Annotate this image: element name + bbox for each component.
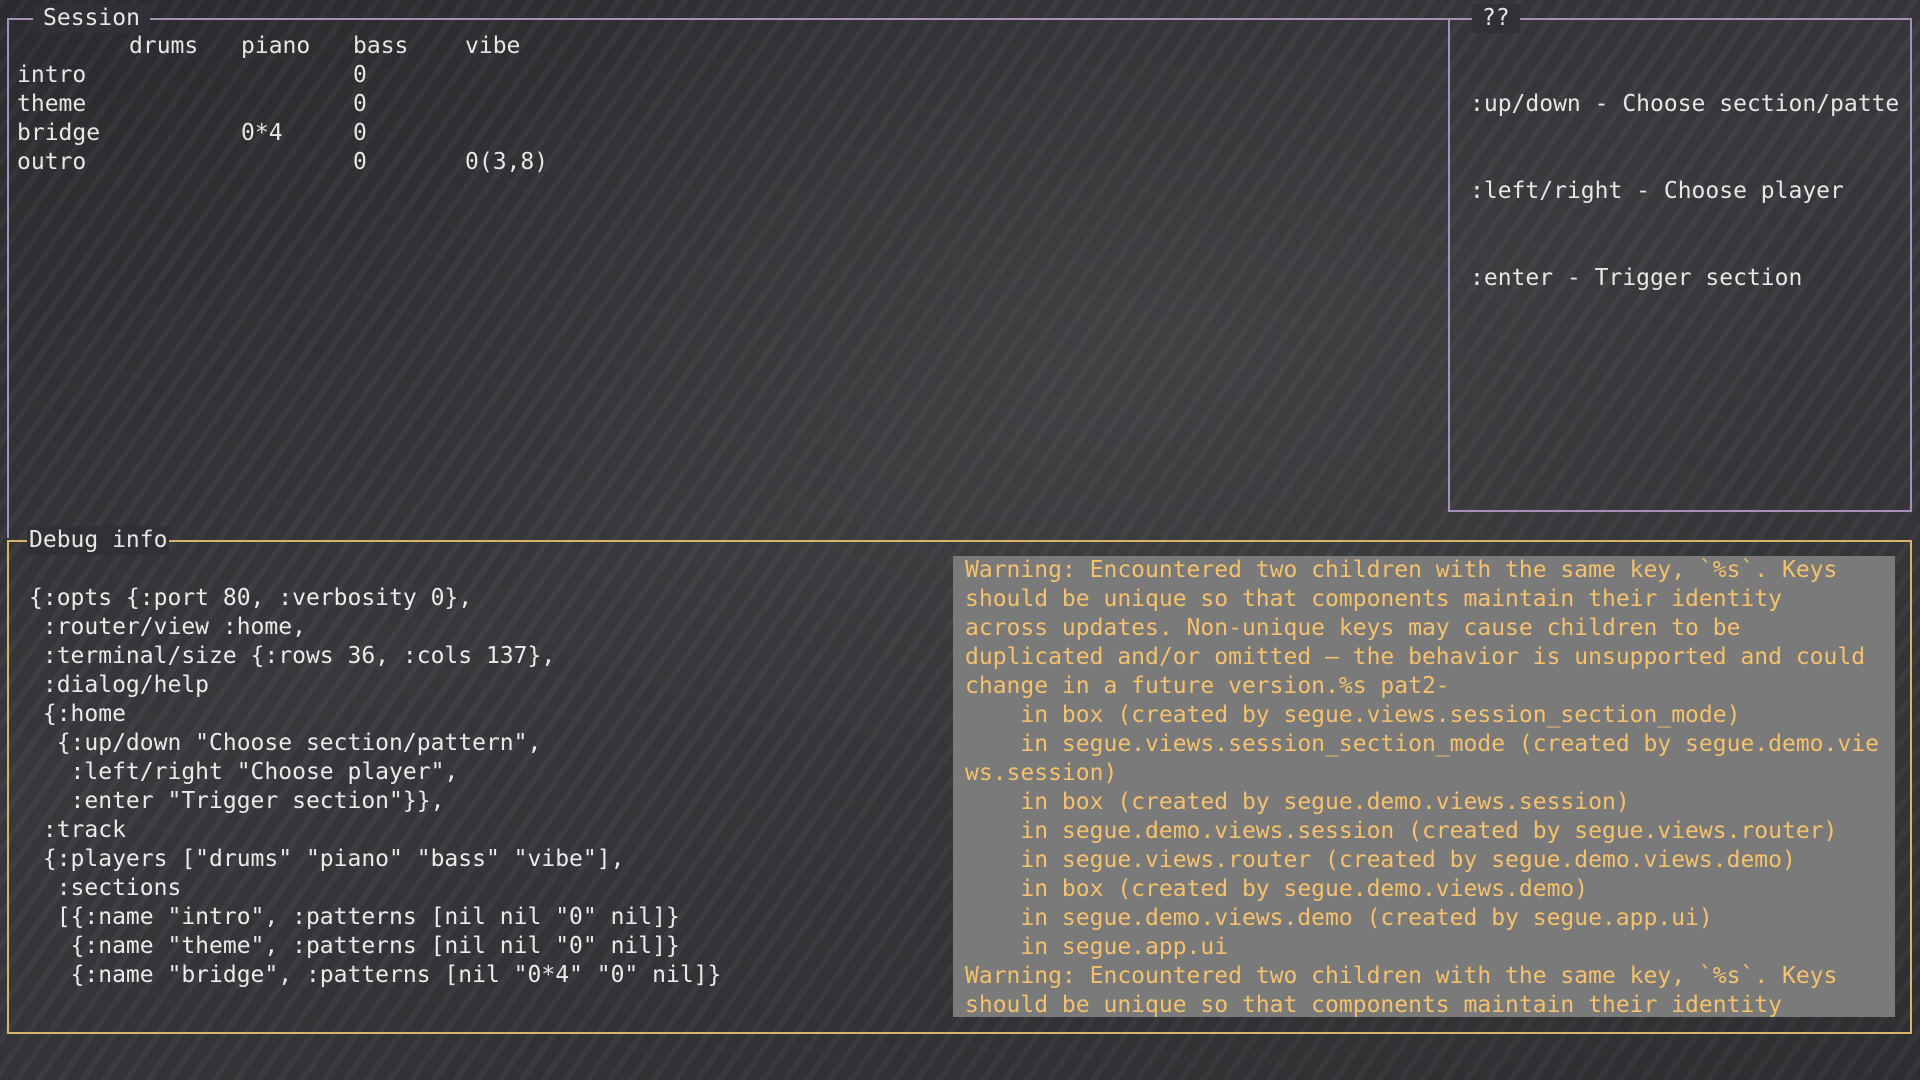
warning-line: in segue.demo.views.demo (created by seg… bbox=[965, 905, 1713, 931]
session-grid: drums piano bass vibe intro 0 theme 0 br… bbox=[17, 32, 577, 177]
column-header-bass[interactable]: bass bbox=[353, 32, 465, 61]
section-row-bridge[interactable]: bridge 0*4 0 bbox=[17, 119, 577, 148]
warning-line: should be unique so that components main… bbox=[965, 992, 1782, 1017]
help-line-up-down: :up/down - Choose section/patte bbox=[1470, 91, 1900, 117]
column-header-vibe[interactable]: vibe bbox=[465, 32, 577, 61]
session-header-row: drums piano bass vibe bbox=[17, 32, 577, 61]
help-line-enter: :enter - Trigger section bbox=[1470, 265, 1803, 291]
pattern-cell[interactable] bbox=[129, 61, 241, 90]
section-name[interactable]: bridge bbox=[17, 119, 129, 148]
state-line: {:name "theme", :patterns [nil nil "0" n… bbox=[29, 933, 680, 959]
warning-line: in segue.demo.views.session (created by … bbox=[965, 818, 1838, 844]
pattern-cell[interactable]: 0(3,8) bbox=[465, 148, 577, 177]
pattern-cell[interactable] bbox=[465, 61, 577, 90]
warning-line: ws.session) bbox=[965, 760, 1118, 786]
debug-title: Debug info bbox=[27, 526, 170, 555]
help-title: ?? bbox=[1472, 4, 1520, 33]
state-line: :dialog/help bbox=[29, 672, 210, 698]
pattern-cell[interactable] bbox=[241, 90, 353, 119]
session-pane: Session drums piano bass vibe intro 0 th… bbox=[7, 4, 1451, 538]
state-line: :router/view :home, bbox=[29, 614, 306, 640]
state-line: {:home bbox=[29, 701, 126, 727]
pattern-cell[interactable]: 0 bbox=[353, 90, 465, 119]
section-name[interactable]: outro bbox=[17, 148, 129, 177]
state-line: :terminal/size {:rows 36, :cols 137}, bbox=[29, 643, 556, 669]
warning-line: Warning: Encountered two children with t… bbox=[965, 963, 1838, 989]
column-header-drums[interactable]: drums bbox=[129, 32, 241, 61]
help-line-left-right: :left/right - Choose player bbox=[1470, 178, 1844, 204]
warning-line: should be unique so that components main… bbox=[965, 586, 1782, 612]
debug-state-dump: {:opts {:port 80, :verbosity 0}, :router… bbox=[29, 584, 721, 990]
state-line: :track bbox=[29, 817, 126, 843]
pattern-cell[interactable] bbox=[465, 90, 577, 119]
pattern-cell[interactable] bbox=[129, 90, 241, 119]
state-line: {:up/down "Choose section/pattern", bbox=[29, 730, 542, 756]
session-title: Session bbox=[33, 4, 150, 33]
state-line: :sections bbox=[29, 875, 182, 901]
column-header bbox=[17, 32, 129, 61]
warning-line: in box (created by segue.views.session_s… bbox=[965, 702, 1741, 728]
warning-line: in segue.views.session_section_mode (cre… bbox=[965, 731, 1879, 757]
pattern-cell[interactable]: 0 bbox=[353, 61, 465, 90]
debug-pane: Debug info {:opts {:port 80, :verbosity … bbox=[7, 526, 1912, 1034]
state-line: :enter "Trigger section"}}, bbox=[29, 788, 445, 814]
pattern-cell[interactable]: 0*4 bbox=[241, 119, 353, 148]
section-row-theme[interactable]: theme 0 bbox=[17, 90, 577, 119]
pattern-cell[interactable] bbox=[129, 119, 241, 148]
warning-line: across updates. Non-unique keys may caus… bbox=[965, 615, 1741, 641]
warning-line: Warning: Encountered two children with t… bbox=[965, 557, 1838, 583]
warning-line: in box (created by segue.demo.views.demo… bbox=[965, 876, 1589, 902]
pattern-cell[interactable] bbox=[241, 148, 353, 177]
state-line: {:name "bridge", :patterns [nil "0*4" "0… bbox=[29, 962, 722, 988]
pattern-cell[interactable] bbox=[241, 61, 353, 90]
warning-line: duplicated and/or omitted — the behavior… bbox=[965, 644, 1866, 670]
column-header-piano[interactable]: piano bbox=[241, 32, 353, 61]
warning-box: Warning: Encountered two children with t… bbox=[953, 556, 1895, 1017]
state-line: [{:name "intro", :patterns [nil nil "0" … bbox=[29, 904, 680, 930]
warning-line: change in a future version.%s pat2- bbox=[965, 673, 1450, 699]
section-name[interactable]: theme bbox=[17, 90, 129, 119]
help-pane: ?? :up/down - Choose section/patte :left… bbox=[1448, 4, 1912, 512]
help-list: :up/down - Choose section/patte :left/ri… bbox=[1470, 32, 1899, 351]
section-name[interactable]: intro bbox=[17, 61, 129, 90]
state-line: :left/right "Choose player", bbox=[29, 759, 459, 785]
warning-line: in segue.app.ui bbox=[965, 934, 1229, 960]
state-line: {:opts {:port 80, :verbosity 0}, bbox=[29, 585, 473, 611]
state-line: {:players ["drums" "piano" "bass" "vibe"… bbox=[29, 846, 625, 872]
pattern-cell[interactable] bbox=[465, 119, 577, 148]
pattern-cell[interactable]: 0 bbox=[353, 148, 465, 177]
pattern-cell[interactable] bbox=[129, 148, 241, 177]
pattern-cell[interactable]: 0 bbox=[353, 119, 465, 148]
section-row-intro[interactable]: intro 0 bbox=[17, 61, 577, 90]
warning-line: in box (created by segue.demo.views.sess… bbox=[965, 789, 1630, 815]
warning-line: in segue.views.router (created by segue.… bbox=[965, 847, 1796, 873]
section-row-outro[interactable]: outro 0 0(3,8) bbox=[17, 148, 577, 177]
